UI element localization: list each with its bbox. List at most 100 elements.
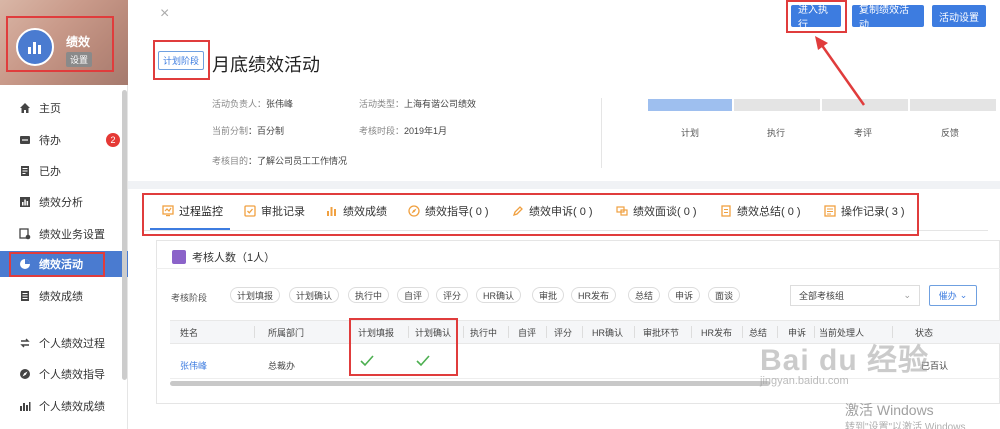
- tab-process-monitor[interactable]: 过程监控: [162, 203, 223, 219]
- chip-summary[interactable]: 总结: [628, 287, 661, 303]
- summary-icon: [720, 205, 732, 217]
- type-info: 活动类型：上海有谐公司绩效: [359, 99, 477, 109]
- sidebar-item-label: 个人绩效指导: [39, 369, 105, 381]
- progress-step-execute: [734, 99, 820, 111]
- score-icon: [18, 290, 31, 303]
- tab-performance-guide[interactable]: 绩效指导( 0 ): [408, 203, 489, 219]
- avatar[interactable]: [16, 28, 54, 66]
- people-icon: [172, 250, 186, 264]
- chip-self-review[interactable]: 自评: [397, 287, 430, 303]
- appeal-icon: [512, 205, 524, 217]
- page-title: 月底绩效活动: [212, 55, 320, 75]
- period-info: 考核时段：2019年1月: [359, 126, 448, 136]
- sidebar-item-label: 绩效活动: [39, 259, 83, 271]
- chevron-down-icon: ⌄: [903, 290, 911, 300]
- col-self-review: 自评: [518, 328, 537, 338]
- close-icon[interactable]: ×: [160, 5, 169, 23]
- progress-label-execute: 执行: [766, 128, 785, 138]
- col-sep: [254, 326, 255, 338]
- col-sep: [350, 326, 351, 338]
- col-sep: [582, 326, 583, 338]
- col-sep: [463, 326, 464, 338]
- progress-step-plan: [648, 99, 732, 111]
- baidu-watermark-url: jingyan.baidu.com: [760, 375, 849, 387]
- baidu-watermark: Bai du 经验: [760, 344, 930, 377]
- section-separator: [128, 181, 1000, 189]
- tab-performance-summary[interactable]: 绩效总结( 0 ): [720, 203, 801, 219]
- analysis-icon: [18, 196, 31, 209]
- col-sep: [691, 326, 692, 338]
- employee-name-link[interactable]: 张伟峰: [180, 359, 207, 372]
- sidebar-item-business-settings[interactable]: 绩效业务设置: [0, 221, 128, 247]
- interview-icon: [616, 205, 628, 217]
- process-icon: [18, 337, 31, 350]
- chip-hr-confirm[interactable]: HR确认: [476, 287, 521, 303]
- check-icon: [416, 355, 430, 370]
- chip-plan-fill[interactable]: 计划填报: [230, 287, 281, 303]
- tab-operation-log[interactable]: 操作记录( 3 ): [824, 203, 905, 219]
- sidebar-item-done[interactable]: 已办: [0, 158, 128, 184]
- chip-hr-publish[interactable]: HR发布: [571, 287, 616, 303]
- sidebar-item-label: 已办: [39, 166, 61, 178]
- col-plan-fill: 计划填报: [358, 328, 395, 338]
- activity-icon: [18, 258, 31, 271]
- sidebar-item-personal-guide[interactable]: 个人绩效指导: [0, 361, 128, 387]
- chip-plan-confirm[interactable]: 计划确认: [289, 287, 340, 303]
- progress-step-review: [822, 99, 908, 111]
- progress-label-plan: 计划: [680, 128, 699, 138]
- user-name: 绩效: [66, 35, 91, 49]
- chip-approval[interactable]: 审批: [532, 287, 565, 303]
- settings-button[interactable]: 设置: [66, 52, 93, 67]
- sidebar-item-home[interactable]: 主页: [0, 95, 128, 121]
- stage-filter-label: 考核阶段: [171, 293, 208, 303]
- col-plan-confirm: 计划确认: [415, 328, 452, 338]
- sidebar: 绩效 设置 主页 待办 2 已办 绩效分析 绩效业务设置 绩效活动 绩效成绩 个…: [0, 0, 128, 429]
- sidebar-item-label: 绩效成绩: [39, 291, 83, 303]
- progress-step-feedback: [910, 99, 996, 111]
- chip-interview[interactable]: 面谈: [708, 287, 741, 303]
- tab-performance-appeal[interactable]: 绩效申诉( 0 ): [512, 203, 593, 219]
- home-icon: [18, 102, 31, 115]
- chevron-down-icon: ⌄: [959, 290, 968, 300]
- chart-icon: [326, 205, 338, 217]
- activity-settings-button[interactable]: 活动设置: [932, 5, 986, 27]
- sidebar-item-todo[interactable]: 待办 2: [0, 127, 128, 153]
- sidebar-item-activity[interactable]: 绩效活动: [0, 251, 128, 277]
- sidebar-item-label: 绩效分析: [39, 197, 83, 209]
- chip-appeal[interactable]: 申诉: [668, 287, 701, 303]
- sidebar-item-analysis[interactable]: 绩效分析: [0, 189, 128, 215]
- col-approval-step: 审批环节: [643, 328, 680, 338]
- log-icon: [824, 205, 836, 217]
- urge-button[interactable]: 催办 ⌄: [929, 285, 977, 306]
- sidebar-item-label: 主页: [39, 103, 61, 115]
- sidebar-item-score[interactable]: 绩效成绩: [0, 283, 128, 309]
- enter-execution-button[interactable]: 进入执行: [791, 5, 841, 31]
- col-executing: 执行中: [470, 328, 498, 338]
- windows-activation-subtext: 转到"设置"以激活 Windows: [845, 422, 966, 429]
- tab-approval-records[interactable]: 审批记录: [244, 203, 305, 219]
- chip-scoring[interactable]: 评分: [436, 287, 469, 303]
- sidebar-scrollbar[interactable]: [122, 90, 127, 380]
- score-system-info: 当前分制：百分制: [212, 126, 285, 136]
- monitor-icon: [162, 205, 174, 217]
- sidebar-item-label: 待办: [39, 135, 61, 147]
- group-select[interactable]: 全部考核组 ⌄: [790, 285, 920, 306]
- col-dept: 所属部门: [268, 328, 305, 338]
- tab-performance-interview[interactable]: 绩效面谈( 0 ): [616, 203, 697, 219]
- table-horizontal-scrollbar[interactable]: [170, 381, 770, 386]
- col-hr-confirm: HR确认: [592, 328, 623, 338]
- done-icon: [18, 165, 31, 178]
- sidebar-item-personal-process[interactable]: 个人绩效过程: [0, 330, 128, 356]
- sidebar-item-label: 绩效业务设置: [39, 229, 105, 241]
- windows-activation-watermark: 激活 Windows: [845, 402, 934, 418]
- chip-executing[interactable]: 执行中: [348, 287, 390, 303]
- col-name: 姓名: [180, 328, 199, 338]
- tab-performance-score[interactable]: 绩效成绩: [326, 203, 387, 219]
- sidebar-item-personal-score[interactable]: 个人绩效成绩: [0, 393, 128, 419]
- tabbar-divider: [142, 230, 988, 231]
- todo-count-badge: 2: [106, 133, 120, 147]
- copy-activity-button[interactable]: 复制绩效活动: [852, 5, 924, 31]
- guide-icon: [18, 368, 31, 381]
- panel-divider: [156, 268, 1000, 269]
- sidebar-item-label: 个人绩效成绩: [39, 401, 105, 413]
